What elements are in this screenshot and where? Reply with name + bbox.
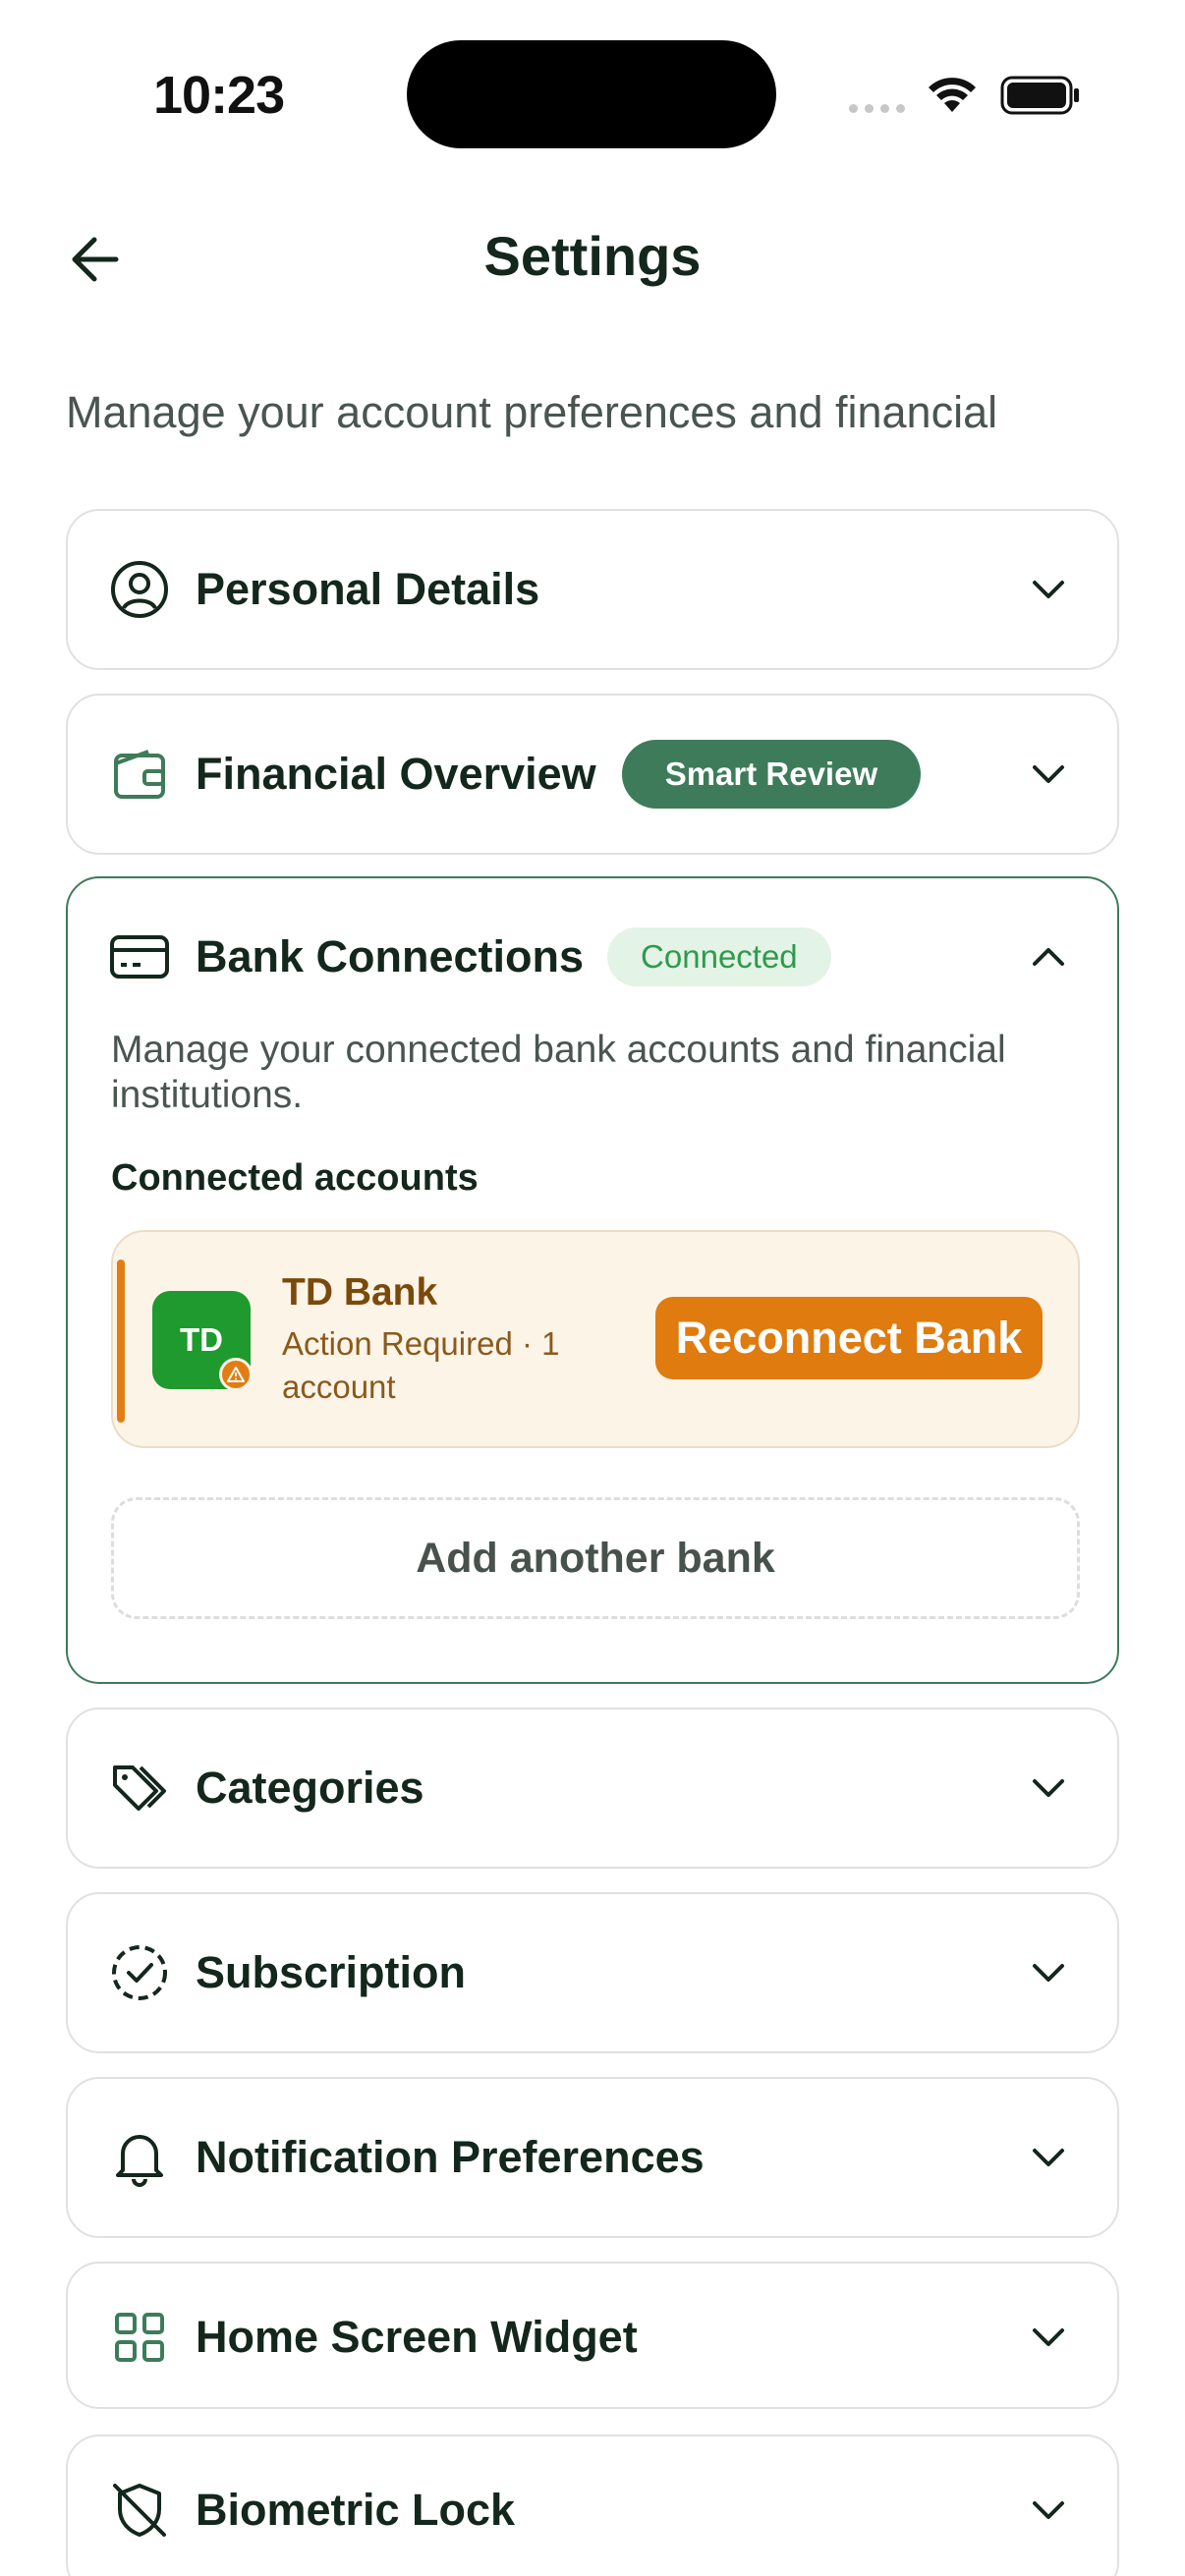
section-bank-connections: Bank Connections Connected Manage your c… [66,876,1119,1684]
chevron-down-icon [1033,2328,1064,2346]
chevron-down-icon [1033,2501,1064,2519]
wallet-icon [109,744,170,805]
tags-icon [109,1758,170,1819]
cellular-signal-icon [849,104,905,113]
chevron-up-icon [1033,948,1064,966]
section-title: Notification Preferences [196,2132,705,2182]
section-title: Home Screen Widget [196,2312,638,2362]
section-subscription: Subscription [66,1892,1119,2053]
section-financial-overview: Financial Overview Smart Review [66,694,1119,855]
chevron-down-icon [1033,1779,1064,1797]
categories-header[interactable]: Categories [68,1709,1117,1867]
shield-off-icon [109,2480,170,2541]
user-circle-icon [109,559,170,620]
financial-overview-header[interactable]: Financial Overview Smart Review [68,696,1117,853]
biometric-lock-header[interactable]: Biometric Lock [68,2436,1117,2576]
bell-icon [109,2127,170,2188]
home-screen-widget-header[interactable]: Home Screen Widget [68,2264,1117,2411]
reconnect-bank-button[interactable]: Reconnect Bank [655,1297,1043,1379]
section-title: Bank Connections [196,931,585,981]
dynamic-island [407,40,776,148]
badge-check-icon [109,1942,170,2003]
section-title: Subscription [196,1947,467,1997]
page-subtitle: Manage your account preferences and fina… [66,387,998,437]
section-home-screen-widget: Home Screen Widget [66,2262,1119,2409]
bank-name: TD Bank [282,1271,438,1314]
grid-icon [109,2307,170,2368]
connected-accounts-label: Connected accounts [111,1157,479,1199]
section-personal-details: Personal Details [66,509,1119,670]
warning-icon [219,1358,253,1391]
section-title: Categories [196,1763,424,1813]
section-title: Financial Overview [196,749,596,799]
chevron-down-icon [1033,581,1064,598]
section-title: Biometric Lock [196,2485,516,2535]
smart-review-badge[interactable]: Smart Review [621,740,922,809]
status-time: 10:23 [153,66,285,125]
battery-icon [1000,76,1079,115]
bank-status: Action Required · 1 account [282,1325,560,1405]
section-categories: Categories [66,1708,1119,1869]
bank-account-row: TD TD Bank Action Required · 1 account R… [111,1230,1080,1448]
page-title: Settings [483,225,702,287]
bank-description: Manage your connected bank accounts and … [111,1029,1006,1116]
credit-card-icon [109,926,170,987]
notification-preferences-header[interactable]: Notification Preferences [68,2079,1117,2236]
section-title: Personal Details [196,564,540,614]
chevron-down-icon [1033,2149,1064,2166]
chevron-down-icon [1033,765,1064,783]
section-notification-preferences: Notification Preferences [66,2077,1119,2238]
personal-details-header[interactable]: Personal Details [68,511,1117,668]
connected-badge: Connected [607,927,831,986]
warning-accent-bar [117,1260,125,1423]
bank-connections-header[interactable]: Bank Connections Connected [68,878,1117,1036]
section-biometric-lock: Biometric Lock [66,2435,1119,2576]
add-another-bank-button[interactable]: Add another bank [111,1497,1080,1619]
wifi-icon [929,78,976,112]
chevron-down-icon [1033,1964,1064,1982]
subscription-header[interactable]: Subscription [68,1894,1117,2051]
